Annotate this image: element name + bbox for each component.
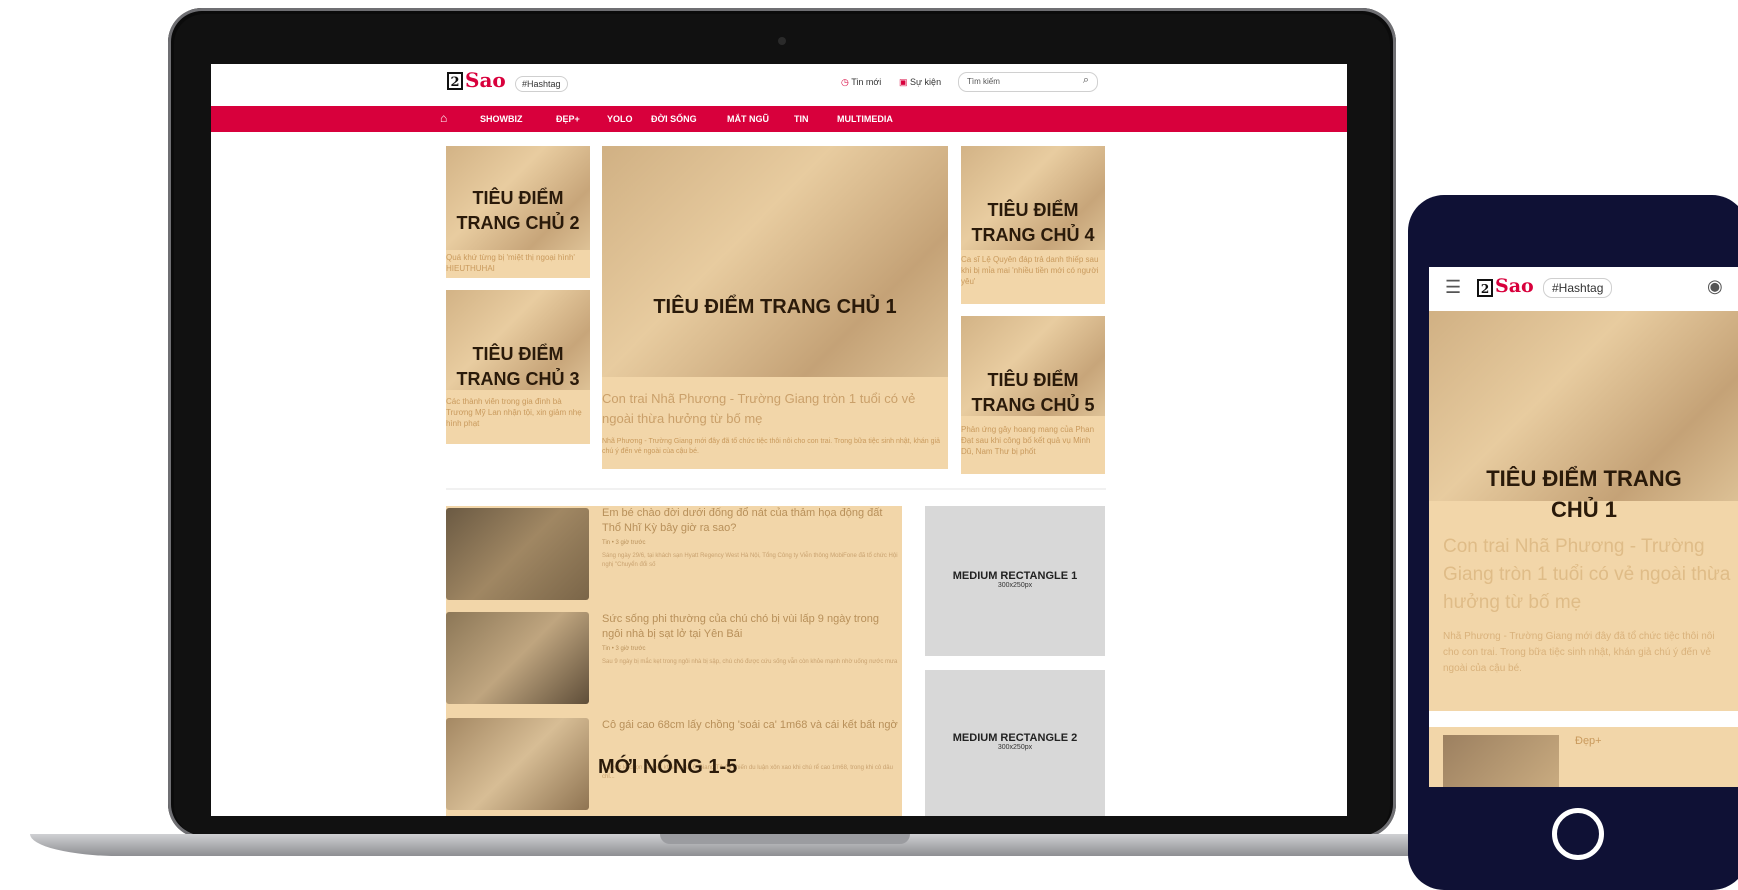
featured-tile-2-label: TIÊU ĐIỂM TRANG CHỦ 2 xyxy=(456,188,580,233)
laptop-screen: 2 Sao #Hashtag ◷ Tin mới ▣ Sự kiện Tìm k… xyxy=(211,64,1347,816)
mobile-featured-desc: Nhã Phương - Trường Giang mới đây đã tổ … xyxy=(1443,631,1715,674)
mobile-divider xyxy=(1429,713,1738,727)
ad-medium-rectangle-1[interactable]: MEDIUM RECTANGLE 1 300x250px xyxy=(925,506,1105,656)
menu-icon[interactable]: ☰ xyxy=(1445,277,1461,298)
mobile-next-thumb xyxy=(1443,735,1559,787)
user-icon[interactable]: ◉ xyxy=(1707,276,1723,297)
hot-news-label: MỚI NÓNG 1-5 xyxy=(598,756,738,778)
featured-tile-3-text: Các thành viên trong gia đình bà Trương … xyxy=(446,397,582,428)
featured-main[interactable]: TIÊU ĐIỂM TRANG CHỦ 1 Con trai Nhã Phươn… xyxy=(602,146,948,469)
nav-item-dep[interactable]: ĐẸP+ xyxy=(556,114,580,124)
hot-news-meta: Tin • 3 giờ trước xyxy=(602,646,646,652)
tin-moi-link[interactable]: ◷ Tin mới xyxy=(841,77,881,88)
hot-news-title: Em bé chào đời dưới đống đổ nát của thảm… xyxy=(602,507,883,534)
search-box[interactable]: Tìm kiếm ⌕ xyxy=(958,72,1098,92)
hot-news-item[interactable]: Em bé chào đời dưới đống đổ nát của thảm… xyxy=(446,506,902,602)
featured-tile-3-label: TIÊU ĐIỂM TRANG CHỦ 3 xyxy=(456,344,580,389)
featured-main-title: Con trai Nhã Phương - Trường Giang tròn … xyxy=(602,391,916,426)
mobile-next-category: Đẹp+ xyxy=(1575,735,1602,747)
search-icon[interactable]: ⌕ xyxy=(1083,74,1089,87)
nav-item-tin[interactable]: TIN xyxy=(794,114,809,124)
calendar-icon: ▣ xyxy=(899,77,908,87)
hot-news-desc: Sau 9 ngày bị mắc kẹt trong ngôi nhà bị … xyxy=(602,659,898,665)
hot-news-item[interactable]: Sức sống phi thường của chú chó bị vùi l… xyxy=(446,612,902,708)
search-input[interactable]: Tìm kiếm xyxy=(967,77,1000,86)
mobile-featured-title: Con trai Nhã Phương - Trường Giang tròn … xyxy=(1443,536,1731,613)
featured-tile-5-label: TIÊU ĐIỂM TRANG CHỦ 5 xyxy=(971,370,1095,415)
main-nav: ⌂ SHOWBIZ ĐẸP+ YOLO ĐỜI SỐNG MẮT NGŨ TIN… xyxy=(211,106,1347,132)
hot-news-thumb xyxy=(446,718,589,810)
featured-main-image xyxy=(602,146,948,377)
featured-tile-4-label: TIÊU ĐIỂM TRANG CHỦ 4 xyxy=(971,200,1095,245)
phone-screen: ☰ 2 Sao #Hashtag ◉ TIÊU ĐIỂM TRANG CHỦ 1… xyxy=(1429,267,1738,787)
hot-news-meta: Tin • 3 giờ trước xyxy=(602,540,646,546)
ad-2-size: 300x250px xyxy=(997,744,1033,751)
hashtag-chip[interactable]: #Hashtag xyxy=(515,76,568,92)
featured-tile-2[interactable]: TIÊU ĐIỂM TRANG CHỦ 2 Quá khứ từng bị 'm… xyxy=(446,146,590,278)
mobile-logo-text: Sao xyxy=(1495,275,1534,297)
ad-1-title: MEDIUM RECTANGLE 1 xyxy=(952,570,1078,582)
featured-main-label: TIÊU ĐIỂM TRANG CHỦ 1 xyxy=(653,296,897,318)
ad-2-title: MEDIUM RECTANGLE 2 xyxy=(952,732,1078,744)
clock-icon: ◷ xyxy=(841,77,849,87)
nav-item-doi-song[interactable]: ĐỜI SỐNG xyxy=(651,114,697,124)
hot-news-block: Em bé chào đời dưới đống đổ nát của thảm… xyxy=(446,506,902,816)
nav-item-showbiz[interactable]: SHOWBIZ xyxy=(480,114,523,124)
ad-medium-rectangle-2[interactable]: MEDIUM RECTANGLE 2 300x250px xyxy=(925,670,1105,816)
logo-number: 2 xyxy=(447,72,463,90)
logo-text: Sao xyxy=(465,68,506,92)
featured-tile-2-text: Quá khứ từng bị 'miệt thị ngoại hình' HI… xyxy=(446,253,575,273)
su-kien-label: Sự kiện xyxy=(910,77,942,87)
hot-news-title: Sức sống phi thường của chú chó bị vùi l… xyxy=(602,613,879,640)
mobile-header: ☰ 2 Sao #Hashtag ◉ xyxy=(1429,267,1738,311)
featured-tile-4-text: Ca sĩ Lệ Quyên đáp trả danh thiếp sau kh… xyxy=(961,255,1099,286)
featured-tile-5-text: Phản ứng gây hoang mang của Phan Đạt sau… xyxy=(961,425,1095,456)
section-divider xyxy=(446,488,1106,490)
su-kien-link[interactable]: ▣ Sự kiện xyxy=(899,77,941,88)
nav-item-yolo[interactable]: YOLO xyxy=(607,114,633,124)
mobile-hashtag-chip[interactable]: #Hashtag xyxy=(1543,278,1613,298)
hot-news-title: Cô gái cao 68cm lấy chồng 'soái ca' 1m68… xyxy=(602,719,898,731)
mobile-logo-number: 2 xyxy=(1477,279,1493,297)
hot-news-thumb xyxy=(446,612,589,704)
mobile-featured[interactable]: TIÊU ĐIỂM TRANG CHỦ 1 Con trai Nhã Phươn… xyxy=(1429,311,1738,711)
hot-news-desc: Sáng ngày 29/6, tại khách sạn Hyatt Rege… xyxy=(602,553,898,568)
mobile-featured-label: TIÊU ĐIỂM TRANG CHỦ 1 xyxy=(1486,466,1682,522)
featured-tile-4[interactable]: TIÊU ĐIỂM TRANG CHỦ 4 Ca sĩ Lệ Quyên đáp… xyxy=(961,146,1105,304)
hot-news-thumb xyxy=(446,508,589,600)
laptop-notch xyxy=(660,834,910,844)
tin-moi-label: Tin mới xyxy=(851,77,882,87)
nav-item-multimedia[interactable]: MULTIMEDIA xyxy=(837,114,893,124)
home-icon[interactable]: ⌂ xyxy=(440,111,447,125)
featured-main-desc: Nhã Phương - Trường Giang mới đây đã tổ … xyxy=(602,438,940,455)
ad-1-size: 300x250px xyxy=(997,582,1033,589)
camera-dot xyxy=(778,37,786,45)
mobile-logo[interactable]: 2 Sao xyxy=(1477,275,1534,301)
featured-tile-3[interactable]: TIÊU ĐIỂM TRANG CHỦ 3 Các thành viên tro… xyxy=(446,290,590,444)
nav-item-mat-ngu[interactable]: MẮT NGŨ xyxy=(727,114,769,124)
mobile-next-item[interactable]: Đẹp+ xyxy=(1429,727,1738,787)
site-logo[interactable]: 2 Sao xyxy=(447,68,506,94)
phone-home-button[interactable] xyxy=(1552,808,1604,860)
featured-tile-5[interactable]: TIÊU ĐIỂM TRANG CHỦ 5 Phản ứng gây hoang… xyxy=(961,316,1105,474)
